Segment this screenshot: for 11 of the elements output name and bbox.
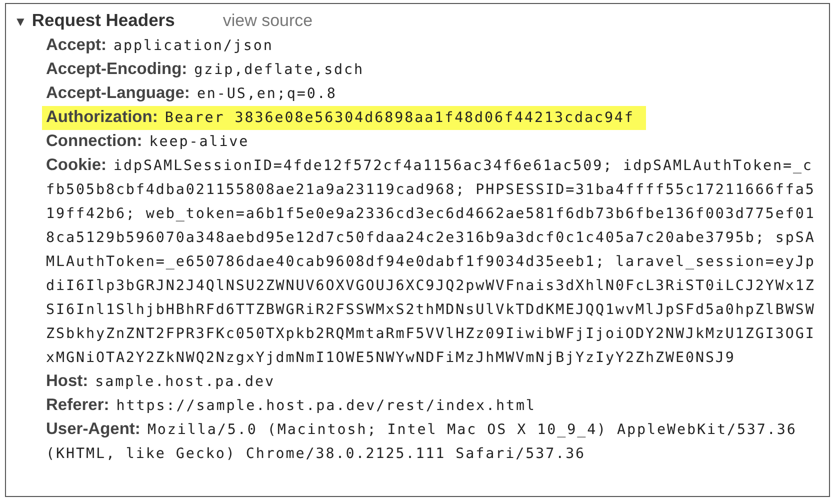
header-entry: Accept: application/json — [46, 35, 274, 56]
collapse-toggle[interactable]: ▼ — [14, 14, 27, 29]
header-entry: Host: sample.host.pa.dev — [46, 371, 276, 392]
section-title: Request Headers — [32, 10, 175, 31]
header-entry: Referer: https://sample.host.pa.dev/rest/index.html — [46, 395, 537, 416]
view-source-link[interactable]: view source — [222, 11, 313, 31]
header-entry: Authorization: Bearer 3836e08e56304d6898aa1f48d06f44213cdac94f — [46, 107, 634, 128]
header-entry: User-Agent: Mozilla/5.0 (Macintosh; Intel Mac OS X 10_9_4) AppleWebKit/537.36 (KHTML, like Gecko) Chrome/38.0.2125.111 Safari/537.36 — [46, 419, 798, 464]
header-entry: Accept-Encoding: gzip,deflate,sdch — [46, 59, 366, 80]
header-entry: Accept-Language: en-US,en;q=0.8 — [46, 83, 338, 104]
header-entry: Connection: keep-alive — [46, 131, 250, 152]
